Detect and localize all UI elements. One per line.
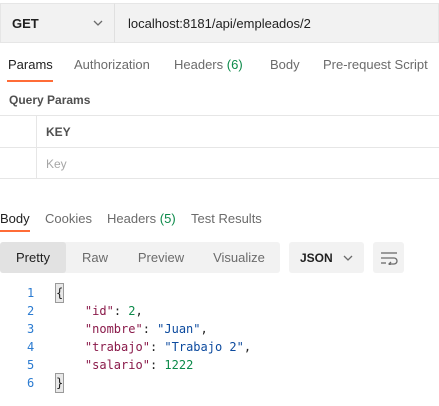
format-select[interactable]: JSON [289,242,364,273]
preview-button[interactable]: Preview [124,242,198,273]
json-key: "nombre" [84,322,143,336]
request-tabs: Params Authorization Headers (6) Body Pr… [0,57,439,81]
code-line: 1{ [0,283,439,303]
tab-params[interactable]: Params [8,57,53,72]
code-text: "id": 2, [84,304,143,318]
url-input[interactable]: localhost:8181/api/empleados/2 [114,3,439,43]
tab-test-results[interactable]: Test Results [191,211,262,226]
json-value: 1222 [164,358,194,372]
tab-headers[interactable]: Headers (6) [174,57,243,72]
code-line: 5 "salario": 1222 [0,356,439,374]
tab-prerequest-script[interactable]: Pre-request Script [323,57,428,72]
query-params-table: KEY Key [0,115,439,179]
line-number: 5 [27,358,35,372]
active-tab-indicator [7,80,53,82]
code-text: "trabajo": "Trabajo 2", [84,340,252,354]
code-text: "salario": 1222 [84,358,194,372]
row-gutter [36,116,37,147]
raw-button[interactable]: Raw [66,242,124,273]
json-key: "trabajo" [84,340,150,354]
code-line: 2 "id": 2, [0,302,439,320]
method-select[interactable]: GET [0,3,114,43]
code-line: 3 "nombre": "Juan", [0,320,439,338]
tab-response-headers-label: Headers [107,211,157,226]
chevron-down-icon [343,255,353,261]
tab-response-headers[interactable]: Headers (5) [107,211,176,226]
active-response-tab-indicator [0,230,30,232]
chevron-down-icon [93,20,103,26]
code-line: 6} [0,373,439,393]
wrap-lines-button[interactable] [373,242,404,273]
tab-body[interactable]: Body [270,57,300,72]
key-input[interactable]: Key [46,157,67,171]
table-row: Key [0,147,439,179]
tab-response-body[interactable]: Body [0,211,30,226]
format-label: JSON [300,250,333,265]
line-number: 1 [27,286,35,300]
wrap-lines-icon [380,251,398,265]
tab-authorization[interactable]: Authorization [74,57,150,72]
headers-count-badge: (6) [226,57,243,72]
row-gutter [36,148,37,178]
json-value: 2 [128,304,136,318]
response-body-code: 1{2 "id": 2, 3 "nombre": "Juan", 4 "trabaj… [0,283,439,393]
json-key: "id" [84,304,114,318]
code-text: "nombre": "Juan", [84,322,208,336]
close-brace: } [54,373,65,393]
line-number: 6 [27,376,35,390]
response-headers-count-badge: (5) [159,211,176,226]
response-tabs: Body Cookies Headers (5) Test Results [0,211,439,231]
tab-headers-label: Headers [174,57,224,72]
code-line: 4 "trabajo": "Trabajo 2", [0,338,439,356]
request-url-bar: GET localhost:8181/api/empleados/2 [0,3,439,43]
visualize-button[interactable]: Visualize [198,242,280,273]
table-header-row: KEY [0,115,439,147]
key-column-header: KEY [46,125,71,139]
open-brace: { [54,283,65,303]
pretty-button[interactable]: Pretty [0,242,66,273]
json-key: "salario" [84,358,150,372]
method-label: GET [12,15,39,31]
tab-cookies[interactable]: Cookies [45,211,92,226]
url-text: localhost:8181/api/empleados/2 [128,15,311,31]
line-number: 2 [27,304,35,318]
code-text: } [54,373,65,393]
view-mode-switcher: Pretty Raw Preview Visualize [0,242,280,273]
json-value: "Juan" [157,322,201,336]
code-text: { [54,283,65,303]
line-number: 3 [27,322,35,336]
query-params-title: Query Params [9,93,91,107]
json-value: "Trabajo 2" [164,340,244,354]
line-number: 4 [27,340,35,354]
